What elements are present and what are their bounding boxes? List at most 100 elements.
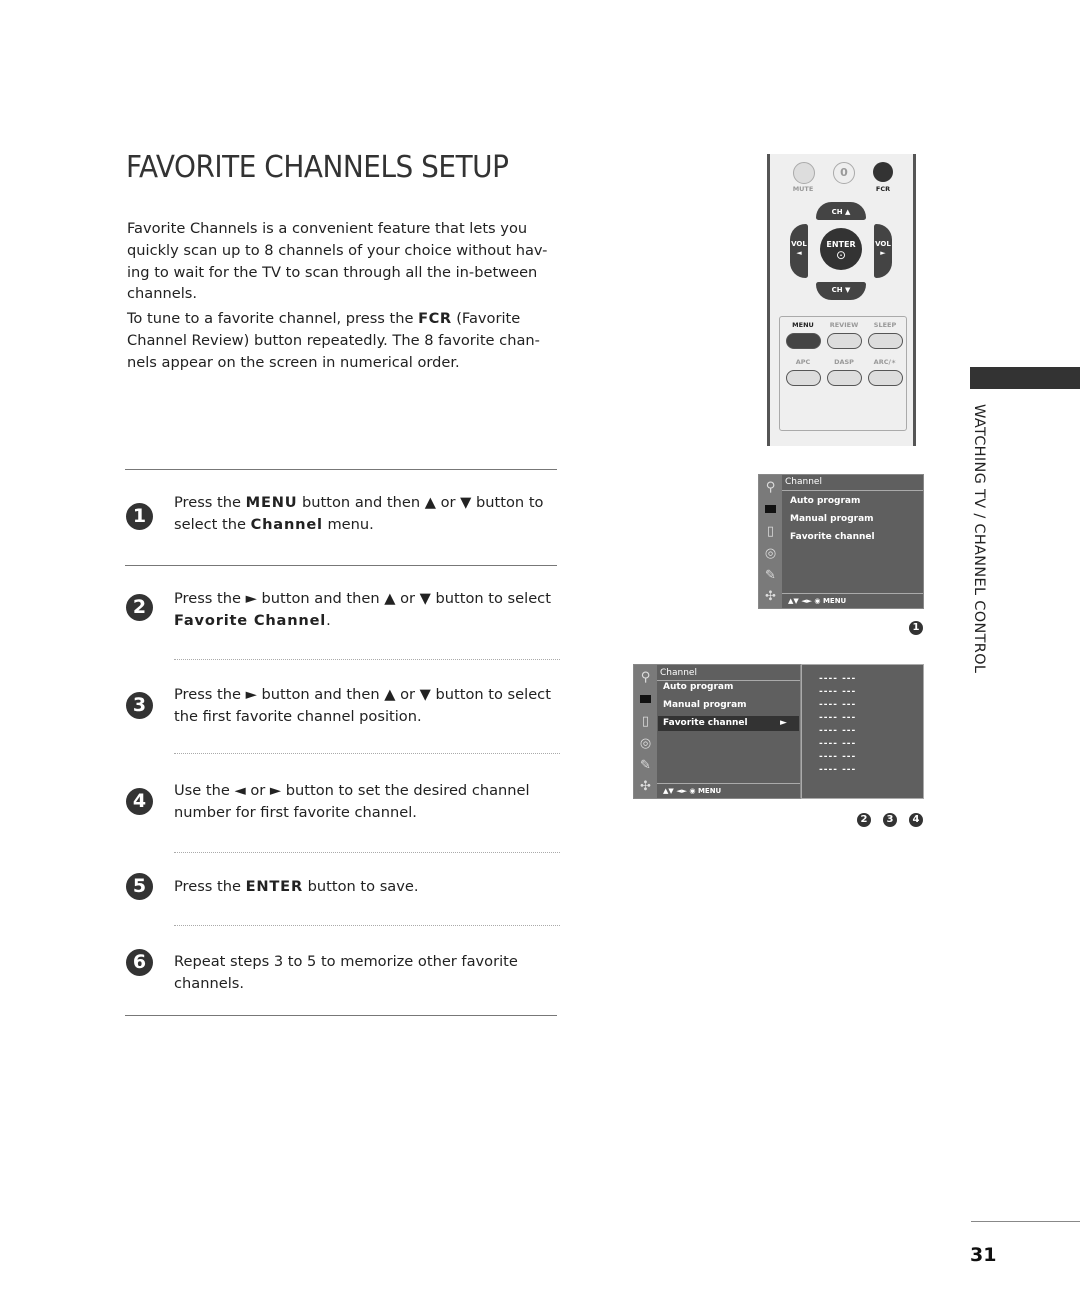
text: menu. <box>322 515 374 533</box>
step-number-4: 4 <box>126 788 153 815</box>
osd-channel-menu: ⚲ ▯ ◎ ✎ ✣ Channel Auto program Manual pr… <box>758 474 924 609</box>
antenna-icon: ⚲ <box>765 480 776 495</box>
step-number-2: 2 <box>126 594 153 621</box>
favorite-slot-6: ---- --- <box>819 739 857 749</box>
step-badge-1: 1 <box>909 621 923 635</box>
divider <box>125 1015 557 1016</box>
dotted-divider <box>174 659 560 660</box>
osd-title: Channel <box>785 477 822 487</box>
page-title: FAVORITE CHANNELS SETUP <box>126 150 509 185</box>
step-number-6: 6 <box>126 949 153 976</box>
review-button <box>827 333 862 349</box>
dasp-button <box>827 370 862 386</box>
text: . <box>326 611 331 629</box>
remote-control-illustration: MUTE 0 FCR CH ▲ CH ▼ VOL ◄ VOL ► ENTER ⊙… <box>767 154 916 446</box>
time-icon: ◎ <box>639 736 652 751</box>
step-4-text: Use the ◄ or ► button to set the desired… <box>174 782 530 821</box>
picture-icon <box>637 691 654 708</box>
favorite-slot-8: ---- --- <box>819 765 857 775</box>
vol-up-button: VOL ► <box>874 224 892 278</box>
channel-term: Channel <box>250 515 323 533</box>
apc-label: APC <box>795 358 811 366</box>
osd-divider <box>657 680 800 681</box>
text: button to save. <box>303 878 419 895</box>
favorite-slot-4: ---- --- <box>819 713 857 723</box>
review-label: REVIEW <box>829 321 859 329</box>
favorite-slot-2: ---- --- <box>819 687 857 697</box>
osd-item-favorite-channel: Favorite channel <box>790 532 875 542</box>
step-6-text: Repeat steps 3 to 5 to memorize other fa… <box>174 953 518 992</box>
dotted-divider <box>174 925 560 926</box>
sleep-label: SLEEP <box>873 321 897 329</box>
step-number-3: 3 <box>126 692 153 719</box>
page-number: 31 <box>970 1244 997 1266</box>
osd-channel-menu-favorite: ⚲ ▯ ◎ ✎ ✣ Channel Auto program Manual pr… <box>633 664 801 799</box>
fcr-button <box>873 162 893 182</box>
osd-item-favorite-channel: Favorite channel <box>663 718 748 728</box>
osd-footer-hint: ▲▼ ◄► ◉ MENU <box>663 787 722 795</box>
text: Press the ► button and then ▲ or ▼ butto… <box>174 590 551 607</box>
osd-footer-hint: ▲▼ ◄► ◉ MENU <box>788 597 847 605</box>
step-number-1: 1 <box>126 503 153 530</box>
osd-divider <box>782 593 923 594</box>
favorite-slot-1: ---- --- <box>819 674 857 684</box>
lock-icon: ✣ <box>640 779 651 794</box>
antenna-icon: ⚲ <box>640 670 651 685</box>
arc-button <box>868 370 903 386</box>
step-5-text: Press the ENTER button to save. <box>174 876 564 898</box>
divider <box>125 469 557 470</box>
mute-button <box>793 162 815 184</box>
sleep-button <box>868 333 903 349</box>
step-badge-2: 2 <box>857 813 871 827</box>
osd-icon-column: ⚲ ▯ ◎ ✎ ✣ <box>759 475 782 608</box>
favorite-slot-7: ---- --- <box>819 752 857 762</box>
dotted-divider <box>174 753 560 754</box>
step-badge-4: 4 <box>909 813 923 827</box>
speaker-icon: ▯ <box>766 524 775 539</box>
speaker-icon: ▯ <box>641 714 650 729</box>
enter-symbol-icon: ⊙ <box>835 248 847 262</box>
fcr-term: FCR <box>418 310 452 327</box>
dasp-label: DASP <box>834 358 854 366</box>
option-icon: ✎ <box>640 758 651 773</box>
osd-divider <box>657 783 800 784</box>
option-icon: ✎ <box>765 568 776 583</box>
enter-term: ENTER <box>245 878 303 895</box>
intro-paragraph-2: To tune to a favorite channel, press the… <box>127 308 567 373</box>
step-badge-3: 3 <box>883 813 897 827</box>
text: Press the <box>174 494 246 511</box>
page-number-rule <box>971 1221 1080 1222</box>
time-icon: ◎ <box>764 546 777 561</box>
menu-button <box>786 333 821 349</box>
intro-paragraph-1: Favorite Channels is a convenient featur… <box>127 220 548 303</box>
zero-button: 0 <box>833 162 855 184</box>
apc-button <box>786 370 821 386</box>
picture-icon <box>762 501 779 518</box>
osd-item-auto-program: Auto program <box>663 682 734 692</box>
osd-item-manual-program: Manual program <box>663 700 747 710</box>
step-number-5: 5 <box>126 873 153 900</box>
favorite-slot-3: ---- --- <box>819 700 857 710</box>
ch-down-button: CH ▼ <box>816 282 866 300</box>
menu-label: MENU <box>792 321 814 329</box>
enter-button: ENTER ⊙ <box>820 228 862 270</box>
text: Press the <box>174 878 246 895</box>
osd-icon-column: ⚲ ▯ ◎ ✎ ✣ <box>634 665 657 798</box>
vol-down-button: VOL ◄ <box>790 224 808 278</box>
divider <box>125 565 557 566</box>
ch-up-button: CH ▲ <box>816 202 866 220</box>
submenu-arrow-icon: ► <box>780 718 787 728</box>
intro-text: To tune to a favorite channel, press the <box>127 310 419 327</box>
favorite-channel-term: Favorite Channel <box>174 611 327 629</box>
mute-label: MUTE <box>792 185 814 193</box>
arc-label: ARC/✶ <box>873 358 897 366</box>
osd-title: Channel <box>660 668 697 678</box>
step-2-text: Press the ► button and then ▲ or ▼ butto… <box>174 588 564 632</box>
step-3-text: Press the ► button and then ▲ or ▼ butto… <box>174 686 551 725</box>
step-1-text: Press the MENU button and then ▲ or ▼ bu… <box>174 492 564 536</box>
osd-item-auto-program: Auto program <box>790 496 861 506</box>
section-tab <box>970 367 1080 389</box>
lock-icon: ✣ <box>765 589 776 604</box>
osd-divider <box>782 490 923 491</box>
favorite-channel-list: ---- --- ---- --- ---- --- ---- --- ----… <box>801 664 924 799</box>
